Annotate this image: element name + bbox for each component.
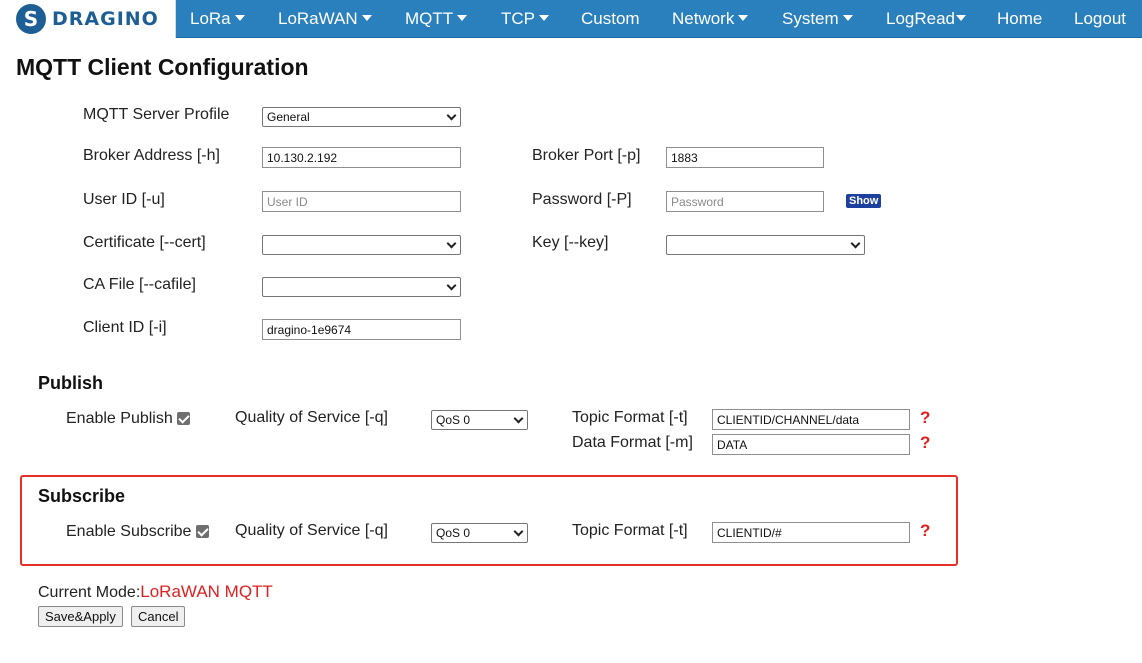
key-label: Key [--key] bbox=[532, 234, 609, 251]
dragino-logo-icon: S bbox=[16, 4, 46, 34]
subscribe-qos-label: Quality of Service [-q] bbox=[235, 522, 388, 539]
broker-address-input[interactable] bbox=[262, 147, 461, 168]
subscribe-heading: Subscribe bbox=[38, 486, 126, 506]
publish-qos-select[interactable]: QoS 0 bbox=[431, 410, 528, 430]
current-mode: Current Mode:LoRaWAN MQTT bbox=[38, 582, 273, 602]
enable-subscribe-label: Enable Subscribe bbox=[66, 523, 192, 540]
subscribe-qos-select[interactable]: QoS 0 bbox=[431, 523, 528, 543]
ca-file-select[interactable] bbox=[262, 277, 461, 297]
publish-heading: Publish bbox=[38, 373, 104, 393]
nav-custom[interactable]: Custom bbox=[581, 0, 640, 38]
broker-port-label: Broker Port [-p] bbox=[532, 147, 641, 164]
subscribe-topic-input[interactable] bbox=[712, 522, 910, 543]
server-profile-value: General bbox=[267, 110, 310, 124]
publish-topic-input[interactable] bbox=[712, 409, 910, 430]
publish-qos-value: QoS 0 bbox=[436, 413, 471, 427]
enable-publish-label: Enable Publish bbox=[66, 410, 173, 427]
brand-logo[interactable]: S DRAGINO bbox=[0, 0, 176, 38]
server-profile-label: MQTT Server Profile bbox=[83, 106, 230, 123]
nav-network[interactable]: Network bbox=[672, 0, 749, 38]
nav-home[interactable]: Home bbox=[997, 0, 1042, 38]
chevron-down-icon bbox=[850, 238, 861, 249]
publish-data-label: Data Format [-m] bbox=[572, 434, 693, 451]
caret-down-icon bbox=[956, 14, 967, 21]
user-id-input[interactable] bbox=[262, 191, 461, 212]
nav-logread[interactable]: LogRead bbox=[886, 0, 967, 38]
publish-topic-label: Topic Format [-t] bbox=[572, 409, 688, 426]
subscribe-highlight-box bbox=[20, 475, 958, 566]
current-mode-label: Current Mode: bbox=[38, 584, 141, 601]
server-profile-select[interactable]: General bbox=[262, 107, 461, 127]
chevron-down-icon bbox=[513, 526, 524, 537]
enable-publish-checkbox[interactable] bbox=[177, 412, 190, 425]
broker-address-label: Broker Address [-h] bbox=[83, 147, 220, 164]
page-title: MQTT Client Configuration bbox=[16, 54, 309, 80]
subscribe-topic-label: Topic Format [-t] bbox=[572, 522, 688, 539]
chevron-down-icon bbox=[446, 110, 457, 121]
chevron-down-icon bbox=[446, 280, 457, 291]
nav-tcp[interactable]: TCP bbox=[501, 0, 549, 38]
caret-down-icon bbox=[361, 14, 372, 21]
top-navbar: S DRAGINO LoRa LoRaWAN MQTT TCP Custom N… bbox=[0, 0, 1142, 38]
show-password-button[interactable]: Show bbox=[846, 194, 882, 208]
caret-down-icon bbox=[457, 14, 468, 21]
broker-port-input[interactable] bbox=[666, 147, 824, 168]
subscribe-qos-value: QoS 0 bbox=[436, 526, 471, 540]
key-select[interactable] bbox=[666, 235, 865, 255]
password-input[interactable] bbox=[666, 191, 824, 212]
certificate-select[interactable] bbox=[262, 235, 461, 255]
nav-lorawan[interactable]: LoRaWAN bbox=[278, 0, 372, 38]
nav-system[interactable]: System bbox=[782, 0, 853, 38]
publish-data-help-icon[interactable]: ? bbox=[920, 433, 930, 453]
client-id-input[interactable] bbox=[262, 319, 461, 340]
current-mode-value: LoRaWAN MQTT bbox=[140, 582, 273, 601]
client-id-label: Client ID [-i] bbox=[83, 319, 167, 336]
cancel-button[interactable]: Cancel bbox=[131, 606, 186, 627]
brand-name: DRAGINO bbox=[52, 8, 159, 30]
save-apply-button[interactable]: Save&Apply bbox=[38, 606, 123, 627]
password-label: Password [-P] bbox=[532, 191, 632, 208]
user-id-label: User ID [-u] bbox=[83, 191, 165, 208]
publish-topic-help-icon[interactable]: ? bbox=[920, 408, 930, 428]
nav-logout[interactable]: Logout bbox=[1074, 0, 1126, 38]
nav-lora[interactable]: LoRa bbox=[190, 0, 245, 38]
publish-data-input[interactable] bbox=[712, 434, 910, 455]
caret-down-icon bbox=[539, 14, 549, 21]
caret-down-icon bbox=[234, 14, 245, 21]
enable-subscribe-checkbox[interactable] bbox=[196, 525, 209, 538]
nav-mqtt[interactable]: MQTT bbox=[405, 0, 468, 38]
caret-down-icon bbox=[738, 14, 749, 21]
caret-down-icon bbox=[842, 14, 853, 21]
publish-qos-label: Quality of Service [-q] bbox=[235, 409, 388, 426]
subscribe-topic-help-icon[interactable]: ? bbox=[920, 521, 930, 541]
chevron-down-icon bbox=[446, 238, 457, 249]
certificate-label: Certificate [--cert] bbox=[83, 234, 206, 251]
chevron-down-icon bbox=[513, 413, 524, 424]
ca-file-label: CA File [--cafile] bbox=[83, 276, 196, 293]
